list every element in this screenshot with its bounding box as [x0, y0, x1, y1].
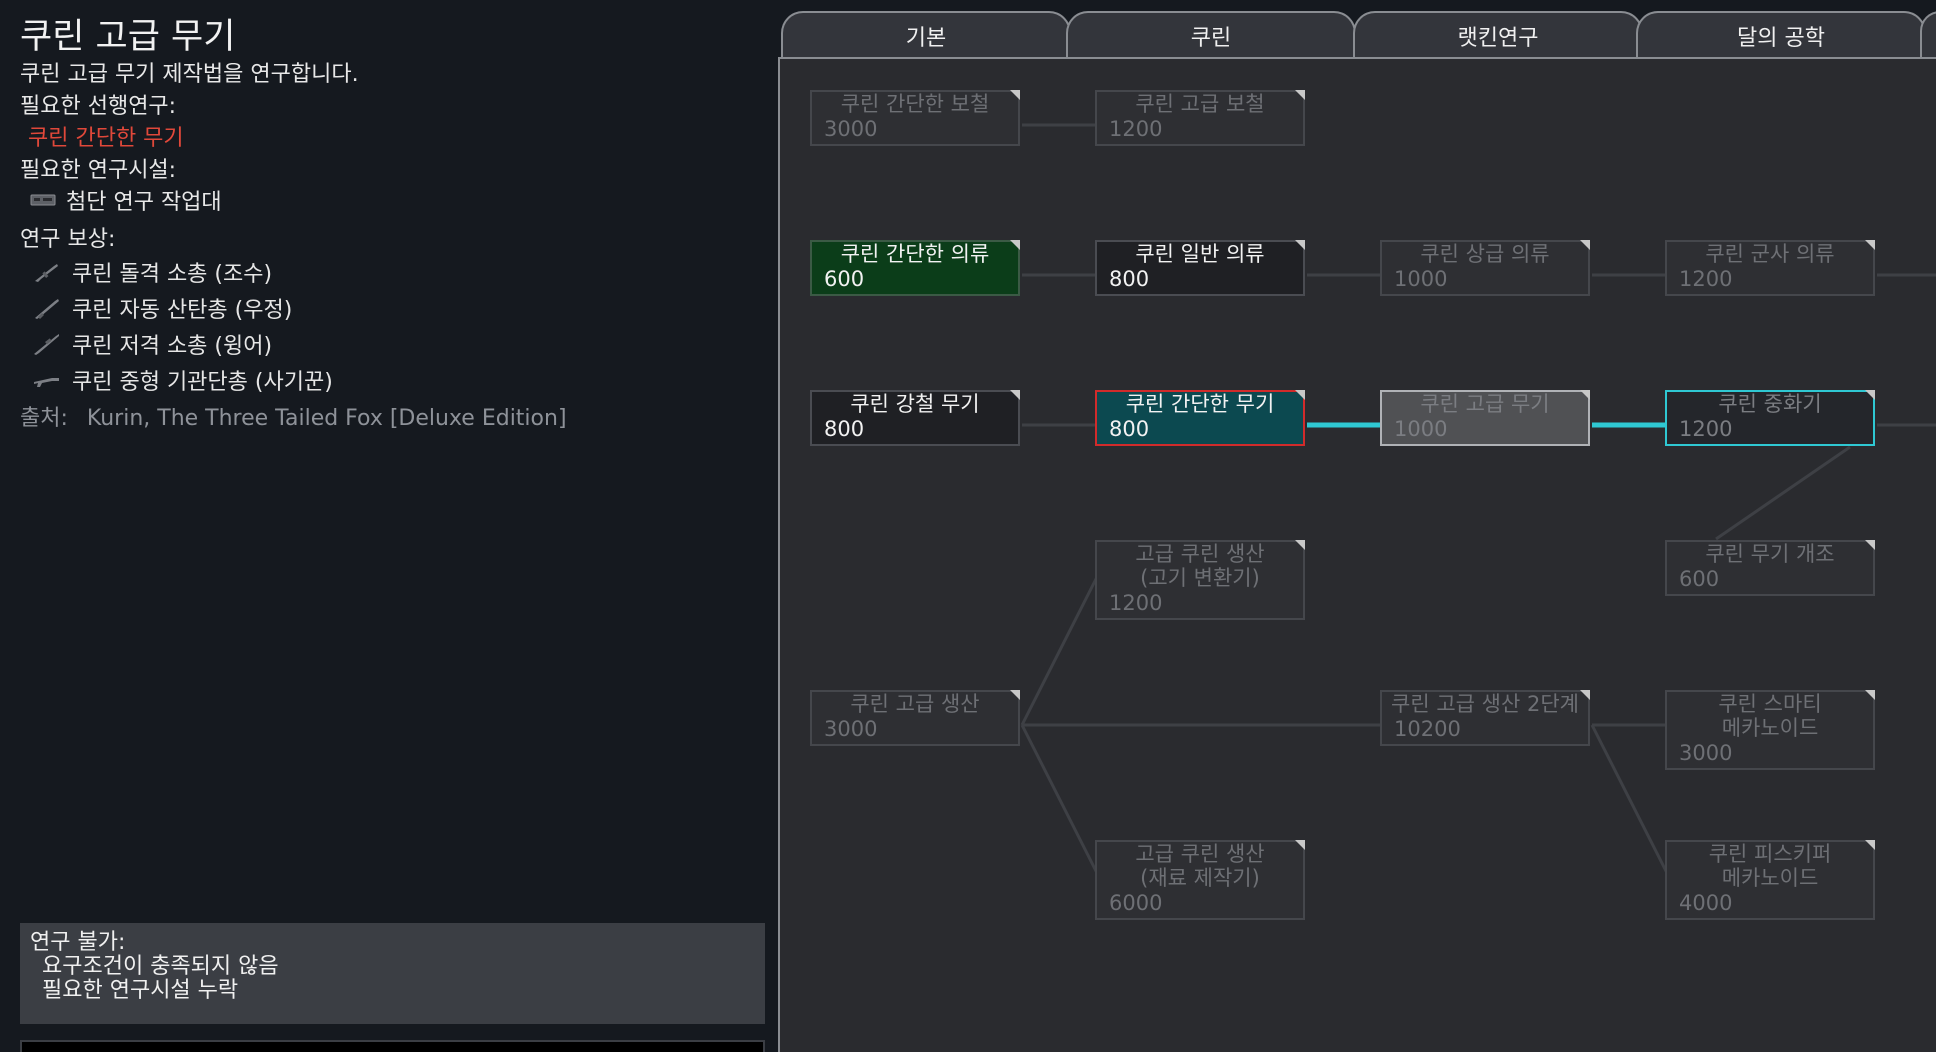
connector-line — [1715, 445, 1851, 541]
research-status-box: 연구 불가: 요구조건이 충족되지 않음 필요한 연구시설 누락 — [20, 923, 765, 1024]
research-node-normal-clothing[interactable]: 쿠린 일반 의류 800 — [1095, 240, 1305, 296]
research-node-steel-weapon[interactable]: 쿠린 강철 무기 800 — [810, 390, 1020, 446]
sniper-icon — [34, 334, 59, 355]
project-description: 쿠린 고급 무기 제작법을 연구합니다. — [20, 62, 359, 87]
bench-label: 필요한 연구시설: — [20, 158, 177, 183]
rifle-icon — [35, 264, 58, 282]
research-node-military-clothing[interactable]: 쿠린 군사 의류 1200 — [1665, 240, 1875, 296]
research-node-adv-production[interactable]: 쿠린 고급 생산 3000 — [810, 690, 1020, 746]
research-node-adv-production-2[interactable]: 쿠린 고급 생산 2단계 10200 — [1380, 690, 1590, 746]
prerequisite-item[interactable]: 쿠린 간단한 무기 — [28, 120, 184, 152]
source-label: 출처: — [20, 406, 68, 431]
source-mod: Kurin, The Three Tailed Fox [Deluxe Edit… — [86, 406, 567, 431]
tab-ratkin[interactable]: 랫킨연구 — [1353, 11, 1643, 59]
reward-item[interactable]: 쿠린 중형 기관단총 (사기꾼) — [32, 364, 333, 396]
smg-icon — [34, 378, 59, 387]
status-line: 요구조건이 충족되지 않음 — [42, 954, 279, 979]
reward-name: 쿠린 중형 기관단총 (사기꾼) — [72, 370, 333, 395]
tab-bar: 기본 쿠린 랫킨연구 달의 공학 — [778, 0, 1936, 59]
research-node-meat-converter[interactable]: 고급 쿠린 생산 (고기 변환기) 1200 — [1095, 540, 1305, 620]
research-node-weapon-mod[interactable]: 쿠린 무기 개조 600 — [1665, 540, 1875, 596]
status-title: 연구 불가: — [30, 930, 126, 955]
research-node-heavy-weapon[interactable]: 쿠린 중화기 1200 — [1665, 390, 1875, 446]
shotgun-icon — [35, 299, 59, 319]
tab-moon-engineering[interactable]: 달의 공학 — [1636, 11, 1926, 59]
tab-basic[interactable]: 기본 — [781, 11, 1071, 59]
research-node-upper-clothing[interactable]: 쿠린 상급 의류 1000 — [1380, 240, 1590, 296]
workbench-icon — [30, 194, 56, 206]
reward-item[interactable]: 쿠린 돌격 소총 (조수) — [32, 256, 272, 288]
tab-overflow[interactable] — [1920, 11, 1936, 59]
research-node-simple-armor[interactable]: 쿠린 간단한 보철 3000 — [810, 90, 1020, 146]
research-node-smarty-mechanoid[interactable]: 쿠린 스마티 메카노이드 3000 — [1665, 690, 1875, 770]
status-line: 필요한 연구시설 누락 — [42, 978, 239, 1003]
research-progress-bar — [20, 1040, 765, 1052]
connector-line — [1020, 724, 1100, 876]
research-tree[interactable]: 쿠린 간단한 보철 3000 쿠린 고급 보철 1200 쿠린 간단한 의류 600 … — [778, 57, 1936, 1052]
bench-name: 첨단 연구 작업대 — [66, 190, 222, 215]
connector-line — [1590, 724, 1670, 876]
reward-name: 쿠린 돌격 소총 (조수) — [72, 262, 273, 287]
tab-kurin[interactable]: 쿠린 — [1066, 11, 1356, 59]
research-node-simple-clothing[interactable]: 쿠린 간단한 의류 600 — [810, 240, 1020, 296]
reward-item[interactable]: 쿠린 자동 산탄총 (우정) — [32, 292, 292, 324]
source-row: 출처: Kurin, The Three Tailed Fox [Deluxe … — [20, 400, 567, 432]
reward-name: 쿠린 저격 소총 (윙어) — [72, 334, 273, 359]
research-tree-panel: 기본 쿠린 랫킨연구 달의 공학 쿠린 간단한 보철 3000 쿠린 고급 보철… — [778, 0, 1936, 1052]
rewards-label: 연구 보상: — [20, 227, 116, 252]
research-node-fishkeeper-mechanoid[interactable]: 쿠린 피스키퍼 메카노이드 4000 — [1665, 840, 1875, 920]
reward-item[interactable]: 쿠린 저격 소총 (윙어) — [32, 328, 272, 360]
reward-name: 쿠린 자동 산탄총 (우정) — [72, 298, 293, 323]
project-title: 쿠린 고급 무기 — [20, 17, 236, 57]
prerequisites-label: 필요한 선행연구: — [20, 94, 177, 119]
bench-row: 첨단 연구 작업대 — [30, 184, 222, 216]
research-node-simple-weapon[interactable]: 쿠린 간단한 무기 800 — [1095, 390, 1305, 446]
research-info-panel: 쿠린 고급 무기 쿠린 고급 무기 제작법을 연구합니다. 필요한 선행연구: … — [0, 0, 778, 1052]
connector-line — [1020, 574, 1100, 726]
research-node-material-fabricator[interactable]: 고급 쿠린 생산 (재료 제작기) 6000 — [1095, 840, 1305, 920]
research-node-advanced-weapon[interactable]: 쿠린 고급 무기 1000 — [1380, 390, 1590, 446]
research-node-advanced-armor[interactable]: 쿠린 고급 보철 1200 — [1095, 90, 1305, 146]
